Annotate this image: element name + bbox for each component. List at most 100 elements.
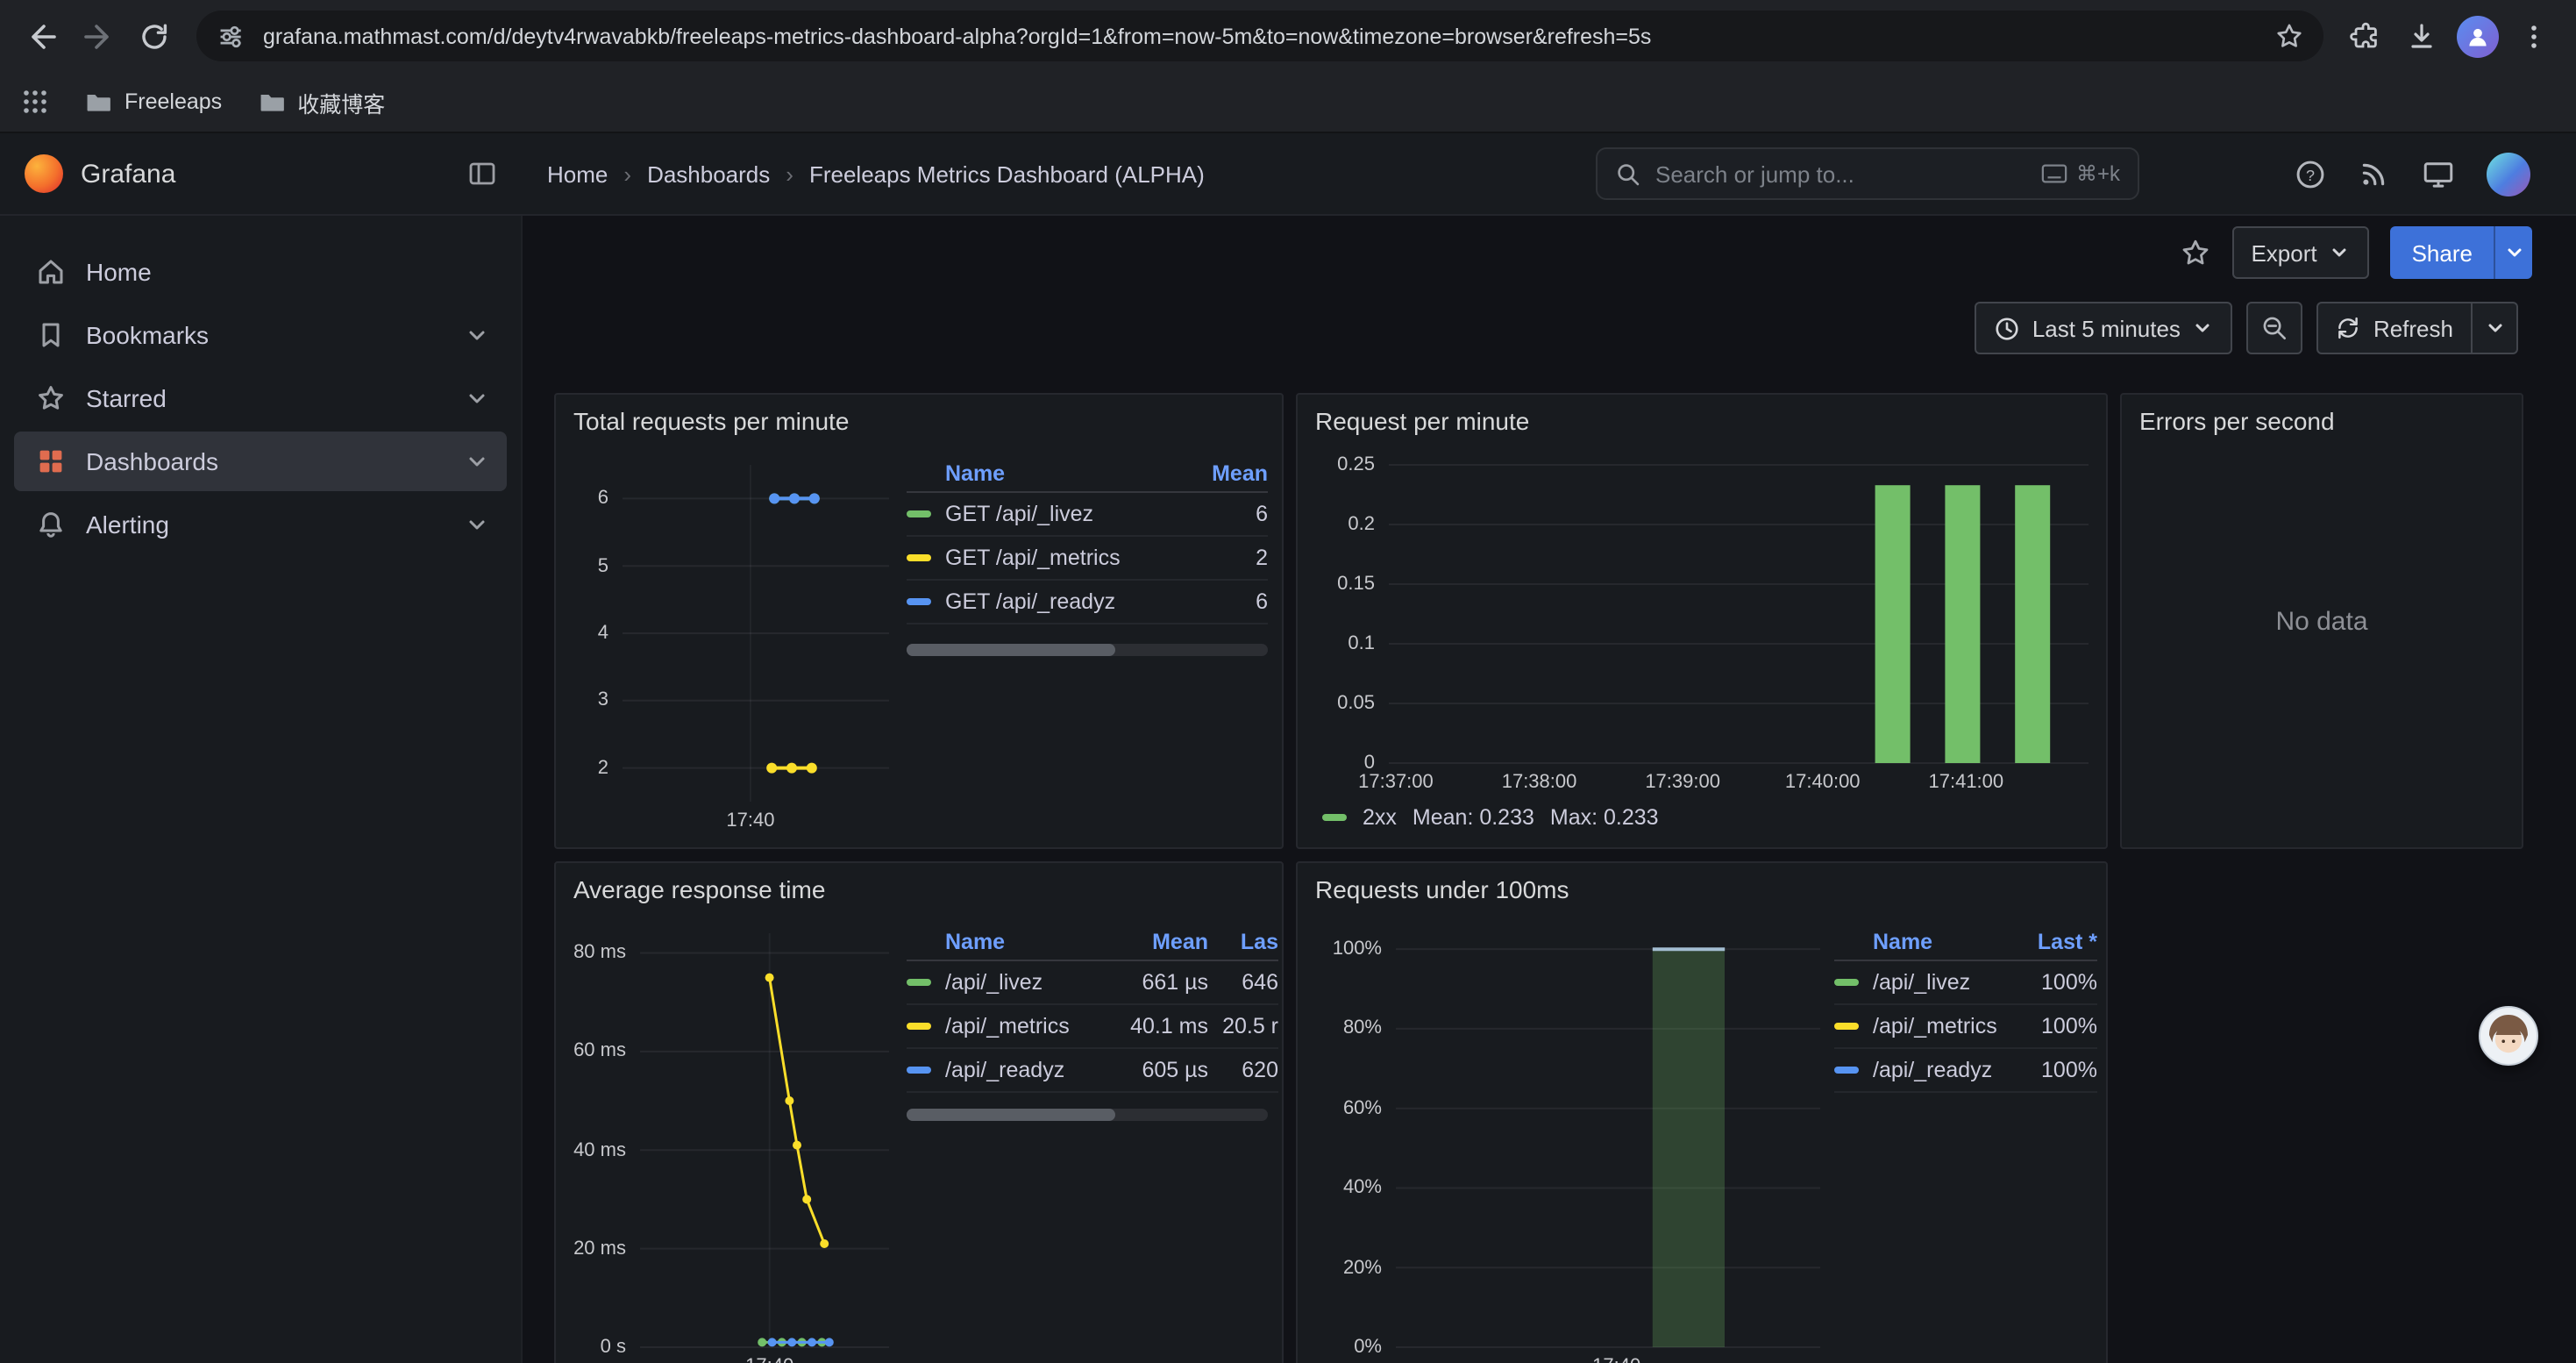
y-axis-tick-label: 100% [1308, 937, 1382, 961]
series-name[interactable]: 2xx [1363, 805, 1397, 830]
forward-button[interactable] [70, 8, 126, 64]
scrollbar-thumb[interactable] [907, 644, 1116, 656]
series-name[interactable]: /api/_livez [1873, 970, 2010, 995]
assistant-avatar-bubble[interactable] [2478, 1005, 2539, 1067]
panel-title[interactable]: Average response time [573, 875, 825, 903]
grafana-logo[interactable] [25, 154, 63, 193]
dock-sidebar-button[interactable] [466, 158, 498, 189]
y-axis-tick-label: 20 ms [563, 1237, 626, 1261]
chevron-down-icon[interactable] [465, 386, 489, 410]
apps-grid-icon[interactable] [21, 88, 49, 116]
panel-legend: 2xx Mean: 0.233 Max: 0.233 [1322, 805, 1659, 830]
legend-row[interactable]: /api/_readyz 100% [1834, 1049, 2097, 1093]
rss-icon[interactable] [2359, 158, 2390, 189]
series-swatch [1834, 1023, 1859, 1030]
refresh-interval-caret[interactable] [2473, 302, 2518, 354]
address-bar[interactable]: grafana.mathmast.com/d/deytv4rwavabkb/fr… [196, 11, 2323, 61]
url-text[interactable]: grafana.mathmast.com/d/deytv4rwavabkb/fr… [263, 24, 2264, 48]
download-icon[interactable] [2394, 8, 2450, 64]
reload-button[interactable] [126, 8, 182, 64]
legend-col-name[interactable]: Name [907, 929, 1110, 953]
time-range-picker[interactable]: Last 5 minutes [1975, 302, 2233, 354]
panel-title[interactable]: Requests under 100ms [1315, 875, 1569, 903]
menu-kebab-icon[interactable] [2506, 8, 2562, 64]
y-axis-tick-label: 0 s [563, 1335, 626, 1359]
search-shortcut: ⌘+k [2041, 161, 2120, 186]
x-axis-tick-label: 17:41:00 [1910, 772, 2022, 795]
refresh-button[interactable]: Refresh [2317, 302, 2473, 354]
legend-col-name[interactable]: Name [907, 460, 1180, 485]
breadcrumb-dashboards[interactable]: Dashboards [647, 161, 770, 187]
chevron-down-icon[interactable] [465, 449, 489, 474]
legend-row[interactable]: /api/_livez 661 µs 646 [907, 961, 1278, 1005]
back-button[interactable] [14, 8, 70, 64]
legend-row[interactable]: GET /api/_livez 6 [907, 493, 1268, 537]
bookmark-folder-blog[interactable]: 收藏博客 [257, 85, 385, 118]
dashboard-grid: Total requests per minute 6543217:40 Nam… [523, 367, 2576, 1363]
x-axis-tick-label: 17:38:00 [1484, 772, 1596, 795]
series-name[interactable]: GET /api/_livez [945, 502, 1180, 526]
legend-row[interactable]: /api/_readyz 605 µs 620 [907, 1049, 1278, 1093]
zoom-out-button[interactable] [2247, 302, 2303, 354]
sidebar-item-home[interactable]: Home [14, 242, 507, 302]
legend-col-last[interactable]: Last * [2010, 929, 2097, 953]
bookmark-folder-freeleaps[interactable]: Freeleaps [84, 88, 222, 116]
legend-row[interactable]: GET /api/_metrics 2 [907, 537, 1268, 581]
sidebar-item-dashboards[interactable]: Dashboards [14, 432, 507, 491]
user-avatar[interactable] [2487, 152, 2530, 196]
sidebar-item-alerting[interactable]: Alerting [14, 495, 507, 554]
request-per-minute-chart[interactable]: 0.250.20.150.10.05017:37:0017:38:0017:39… [1308, 447, 2099, 798]
legend-row[interactable]: /api/_metrics 40.1 ms 20.5 r [907, 1005, 1278, 1049]
share-button[interactable]: Share [2391, 226, 2494, 279]
series-name[interactable]: GET /api/_metrics [945, 546, 1180, 570]
share-caret-button[interactable] [2494, 226, 2532, 279]
legend-col-last[interactable]: Las [1208, 929, 1278, 953]
panel-title[interactable]: Request per minute [1315, 407, 1529, 435]
favorite-star-button[interactable] [2179, 237, 2210, 268]
series-name[interactable]: /api/_readyz [945, 1058, 1110, 1082]
help-icon[interactable]: ? [2294, 157, 2327, 190]
y-axis-tick-label: 20% [1308, 1255, 1382, 1280]
series-swatch [907, 554, 931, 561]
profile-avatar[interactable] [2450, 8, 2506, 64]
legend-row[interactable]: /api/_metrics 100% [1834, 1005, 2097, 1049]
breadcrumb-current: Freeleaps Metrics Dashboard (ALPHA) [809, 161, 1205, 187]
site-info-icon[interactable] [217, 22, 246, 50]
browser-toolbar: grafana.mathmast.com/d/deytv4rwavabkb/fr… [0, 0, 2576, 72]
total-requests-chart[interactable]: 6543217:40 [563, 447, 900, 837]
requests-under-100ms-chart[interactable]: 100%80%60%40%20%0%17:40 [1308, 916, 1831, 1363]
series-mean: 605 µs [1110, 1058, 1208, 1082]
sidebar-item-label: Starred [86, 384, 167, 412]
bookmark-star-icon[interactable] [2264, 11, 2313, 61]
legend-header: Name Mean Las [907, 923, 1278, 961]
scrollbar-thumb[interactable] [907, 1109, 1116, 1121]
extensions-icon[interactable] [2338, 8, 2394, 64]
chevron-down-icon[interactable] [465, 323, 489, 347]
bookmarks-bar: Freeleaps 收藏博客 [0, 72, 2576, 133]
legend-row[interactable]: GET /api/_readyz 6 [907, 581, 1268, 624]
monitor-icon[interactable] [2422, 157, 2455, 190]
series-name[interactable]: GET /api/_readyz [945, 589, 1180, 614]
series-name[interactable]: /api/_readyz [1873, 1058, 2010, 1082]
y-axis-tick-label: 4 [563, 621, 608, 646]
average-response-time-chart[interactable]: 80 ms60 ms40 ms20 ms0 s17:40 [563, 916, 900, 1363]
legend-col-mean[interactable]: Mean [1110, 929, 1208, 953]
legend-scrollbar[interactable] [907, 1109, 1268, 1121]
series-name[interactable]: /api/_metrics [1873, 1014, 2010, 1038]
search-box[interactable]: ⌘+k [1596, 147, 2139, 200]
breadcrumb-home[interactable]: Home [547, 161, 608, 187]
y-axis-tick-label: 80% [1308, 1017, 1382, 1041]
sidebar-item-bookmarks[interactable]: Bookmarks [14, 305, 507, 365]
search-input[interactable] [1655, 161, 2027, 187]
chevron-down-icon[interactable] [465, 512, 489, 537]
sidebar-item-starred[interactable]: Starred [14, 368, 507, 428]
legend-row[interactable]: /api/_livez 100% [1834, 961, 2097, 1005]
export-button[interactable]: Export [2231, 226, 2369, 279]
y-axis-tick-label: 0.15 [1308, 572, 1375, 596]
legend-col-mean[interactable]: Mean [1180, 460, 1268, 485]
panel-title[interactable]: Total requests per minute [573, 407, 849, 435]
legend-scrollbar[interactable] [907, 644, 1268, 656]
series-name[interactable]: /api/_metrics [945, 1014, 1110, 1038]
legend-col-name[interactable]: Name [1834, 929, 2010, 953]
series-name[interactable]: /api/_livez [945, 970, 1110, 995]
